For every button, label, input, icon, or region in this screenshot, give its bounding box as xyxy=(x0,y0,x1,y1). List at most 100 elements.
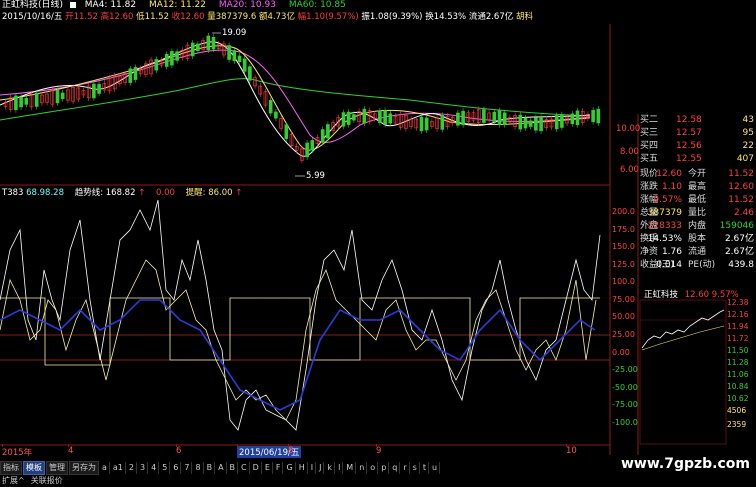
toolbar-item-22[interactable]: I xyxy=(309,462,317,474)
candle-body xyxy=(170,51,174,66)
toolbar-item-23[interactable]: J xyxy=(317,462,325,474)
price-tick-10: 10.00 xyxy=(616,124,641,134)
toolbar-item-1[interactable]: 模板 xyxy=(23,461,45,475)
candle-body xyxy=(497,110,502,125)
candle-body xyxy=(284,124,289,139)
bid-vol: 43 xyxy=(742,115,754,125)
zero-label: 0.00 xyxy=(156,188,175,198)
candle-body xyxy=(575,110,580,126)
quote-row-label2: 量比 xyxy=(688,208,707,218)
toolbar-item-33[interactable]: t xyxy=(421,462,429,474)
toolbar-item-27[interactable]: n xyxy=(357,462,368,474)
mini-intraday-chart xyxy=(639,299,727,445)
toolbar-item-3[interactable]: 另存为 xyxy=(69,461,99,475)
toolbar-item-20[interactable]: G xyxy=(284,462,296,474)
toolbar-item-21[interactable]: H xyxy=(297,462,308,474)
candle-body xyxy=(227,45,231,60)
toolbar-item-26[interactable]: M xyxy=(344,462,357,474)
toolbar-item-8[interactable]: 4 xyxy=(149,462,160,474)
bid-vol: 22 xyxy=(742,141,754,151)
candle-body xyxy=(310,140,315,151)
quote-row: 涨幅 9.57% 最低 11.52 xyxy=(638,194,756,206)
bid-price: 12.55 xyxy=(676,154,702,164)
quote-row-value1: 9.57% xyxy=(653,195,682,205)
quote-row-value1: 387379 xyxy=(647,208,682,218)
toolbar-item-7[interactable]: 3 xyxy=(138,462,149,474)
toolbar-item-9[interactable]: 5 xyxy=(160,462,171,474)
toolbar-item-16[interactable]: C xyxy=(239,462,250,474)
toolbar-item-24[interactable]: k xyxy=(325,462,336,474)
candle-body xyxy=(502,112,507,125)
quote-row-value2: 2.67亿 xyxy=(724,234,754,244)
indicator-tick: -25.00 xyxy=(612,365,638,375)
candle-body xyxy=(14,95,18,111)
time-axis: 2015年 4 6 2015/06/19/五 8 9 10 xyxy=(0,444,610,458)
toolbar-item-34[interactable]: u xyxy=(430,462,441,474)
toolbar-item-17[interactable]: D xyxy=(251,462,262,474)
trend-arrow: ↑ xyxy=(138,188,146,198)
price-tick-6: 6.00 xyxy=(620,165,639,175)
trend-label: 趋势线: 168.82 xyxy=(74,188,136,198)
bid-row: 买三 12.57 95 xyxy=(638,127,756,139)
candle-body xyxy=(388,113,393,124)
mini-axis-tick: 12.38 xyxy=(727,298,749,307)
quote-row-label2: 今开 xyxy=(688,169,707,179)
quote-row-value1: 1.76 xyxy=(661,247,682,257)
toolbar-item-32[interactable]: s xyxy=(411,462,420,474)
candle-body xyxy=(539,116,543,132)
taskbar-item-0[interactable]: 扩展^ xyxy=(2,476,25,485)
candle-body xyxy=(232,50,237,62)
toolbar-item-6[interactable]: 2 xyxy=(127,462,137,474)
candle-body xyxy=(528,120,533,127)
toolbar-item-25[interactable]: l xyxy=(336,462,344,474)
candle-body xyxy=(128,68,133,83)
toolbar-item-19[interactable]: F xyxy=(274,462,284,474)
quote-row: 收益(三) 0.014 PE(动) 439.8 xyxy=(638,259,756,271)
bid-label: 买五 xyxy=(640,154,659,164)
bid-vol: 407 xyxy=(736,154,754,164)
toolbar-item-29[interactable]: p xyxy=(379,462,390,474)
toolbar-item-11[interactable]: 7 xyxy=(182,462,193,474)
bid-price: 12.57 xyxy=(676,128,702,138)
bid-row: 买五 12.55 407 xyxy=(638,153,756,165)
indicator-item1: 68.98.28 xyxy=(26,188,64,198)
time-axis-label: 10 xyxy=(566,446,577,456)
toolbar-item-14[interactable]: A xyxy=(216,462,227,474)
bid-row: 买四 12.56 22 xyxy=(638,140,756,152)
candle-body xyxy=(60,92,65,99)
quote-row-value2: 2.67亿 xyxy=(724,247,754,257)
time-axis-label: 6 xyxy=(176,446,182,456)
quote-row-value1: 14.53% xyxy=(647,234,682,244)
quote-row: 换手 14.53% 股本 2.67亿 xyxy=(638,233,756,245)
quote-row-value1: 12.60 xyxy=(656,169,682,179)
mini-vol-tick: 4506 xyxy=(727,406,747,415)
candle-body xyxy=(424,117,429,131)
toolbar-item-15[interactable]: B xyxy=(228,462,239,474)
indicator-tick: -75.00 xyxy=(612,400,638,410)
indicator-tick: -100.0 xyxy=(612,417,638,427)
toolbar-item-30[interactable]: q xyxy=(390,462,401,474)
toolbar-item-12[interactable]: 8 xyxy=(193,462,204,474)
taskbar-item-1[interactable]: 关联报价 xyxy=(31,476,63,485)
toolbar-item-18[interactable]: E xyxy=(263,462,273,474)
toolbar-item-2[interactable]: 管理 xyxy=(46,461,68,475)
mini-axis-tick: 12.16 xyxy=(727,310,749,319)
toolbar-item-10[interactable]: 6 xyxy=(171,462,182,474)
indicator-blue-line xyxy=(0,299,596,411)
candle-body xyxy=(34,92,39,107)
toolbar-item-28[interactable]: o xyxy=(368,462,379,474)
toolbar-item-31[interactable]: r xyxy=(401,462,410,474)
toolbar-item-5[interactable]: a1 xyxy=(111,462,126,474)
watermark: www.7gpzb.com xyxy=(620,456,750,472)
toolbar-item-13[interactable]: B xyxy=(205,462,216,474)
mini-chart-header: 正虹科技 12.60 9.57% xyxy=(644,288,739,300)
quote-row-value2: 11.52 xyxy=(728,169,754,179)
indicator-yellow-line xyxy=(0,259,597,421)
indicator-tick: 175.0 xyxy=(612,224,635,234)
candle-body xyxy=(206,35,211,51)
quote-row-value2: 12.60 xyxy=(728,182,754,192)
toolbar-item-0[interactable]: 指标 xyxy=(0,461,22,475)
mini-axis-tick: 11.72 xyxy=(727,334,749,343)
quote-row-label1: 涨跌 xyxy=(640,182,659,192)
toolbar-item-4[interactable]: a xyxy=(100,462,110,474)
